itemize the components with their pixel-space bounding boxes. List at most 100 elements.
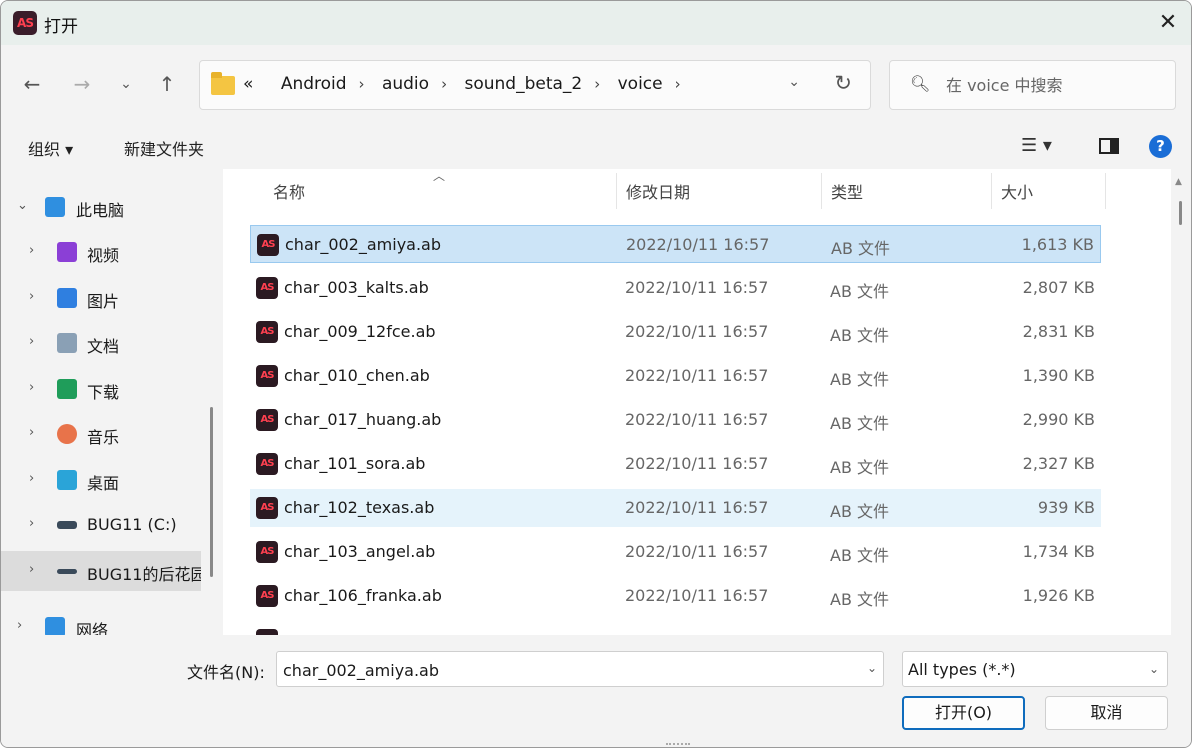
sidebar-item-music[interactable]: › 音乐 [1, 414, 201, 454]
breadcrumb-overflow[interactable]: « [243, 74, 253, 94]
downloads-icon [57, 379, 77, 399]
app-icon: AS [13, 11, 37, 35]
cancel-button[interactable]: 取消 [1045, 696, 1168, 730]
file-row[interactable]: AS char_002_amiya.ab 2022/10/11 16:57 AB… [250, 225, 1101, 263]
column-divider[interactable] [821, 173, 822, 209]
sidebar-item-drive-c[interactable]: › BUG11 (C:) [1, 505, 201, 545]
chevron-right-icon[interactable]: › [29, 243, 34, 258]
file-date: 2022/10/11 16:57 [625, 410, 769, 429]
forward-arrow-icon[interactable]: → [67, 69, 97, 99]
file-row[interactable]: AS char_101_sora.ab 2022/10/11 16:57 AB … [250, 445, 1101, 483]
back-arrow-icon[interactable]: ← [17, 69, 47, 99]
view-options-icon[interactable]: ☰ ▾ [1021, 135, 1052, 156]
file-list-scrollbar[interactable] [1179, 201, 1182, 225]
filename-input[interactable] [283, 658, 843, 682]
filetype-value: All types (*.*) [908, 660, 1016, 679]
scroll-up-arrow-icon[interactable]: ▲ [1175, 177, 1182, 187]
file-name: char_010_chen.ab [284, 366, 430, 385]
ab-file-icon: AS [256, 585, 278, 607]
sidebar-item-label: BUG11 (C:) [87, 515, 177, 534]
search-icon: 🔍︎ [910, 74, 931, 93]
file-date: 2022/10/11 16:57 [625, 454, 769, 473]
chevron-down-icon[interactable]: ⌄ [1149, 662, 1159, 676]
column-header-size[interactable]: 大小 [1001, 169, 1033, 211]
sidebar-item-drive-garden[interactable]: › BUG11的后花园 [1, 551, 201, 591]
file-size: 2,327 KB [1022, 454, 1095, 473]
file-row-partial[interactable] [250, 621, 1101, 635]
file-type: AB 文件 [831, 239, 891, 258]
column-divider[interactable] [1105, 173, 1106, 209]
sidebar-scrollbar[interactable] [210, 407, 213, 577]
file-row[interactable]: AS char_010_chen.ab 2022/10/11 16:57 AB … [250, 357, 1101, 395]
chevron-right-icon[interactable]: › [29, 516, 34, 531]
sidebar-item-this-pc[interactable]: ⌄ 此电脑 [1, 187, 201, 227]
sidebar-item-documents[interactable]: › 文档 [1, 323, 201, 363]
chevron-down-icon[interactable]: ⌄ [867, 661, 877, 675]
preview-pane-icon[interactable] [1099, 138, 1119, 154]
breadcrumb-sound-beta-2[interactable]: sound_beta_2 [464, 74, 582, 94]
sidebar-item-videos[interactable]: › 视频 [1, 232, 201, 272]
file-row[interactable]: AS char_017_huang.ab 2022/10/11 16:57 AB… [250, 401, 1101, 439]
pictures-icon [57, 288, 77, 308]
chevron-right-icon[interactable]: › [29, 471, 34, 486]
column-date-label: 修改日期 [626, 183, 691, 202]
sidebar-item-pictures[interactable]: › 图片 [1, 278, 201, 318]
breadcrumb: « Android › audio › sound_beta_2 › voice › [243, 74, 681, 94]
file-row[interactable]: AS char_103_angel.ab 2022/10/11 16:57 AB… [250, 533, 1101, 571]
file-size: 1,390 KB [1022, 366, 1095, 385]
expanded-chevron-icon[interactable]: ⌄ [17, 198, 28, 213]
breadcrumb-android[interactable]: Android [281, 74, 347, 94]
file-type: AB 文件 [830, 282, 890, 301]
chevron-right-icon[interactable]: › [29, 380, 34, 395]
chevron-right-icon[interactable]: › [29, 289, 34, 304]
file-date: 2022/10/11 16:57 [625, 322, 769, 341]
chevron-right-icon[interactable]: › [29, 562, 34, 577]
address-bar[interactable]: « Android › audio › sound_beta_2 › voice › ⌄… [199, 60, 871, 110]
chevron-right-icon[interactable]: › [17, 618, 22, 633]
ab-file-icon: AS [256, 541, 278, 563]
file-size: 1,734 KB [1022, 542, 1095, 561]
column-header-date[interactable]: 修改日期 [626, 169, 690, 211]
pc-icon [45, 197, 65, 217]
column-header-type[interactable]: 类型 [831, 169, 863, 211]
file-size: 1,926 KB [1022, 586, 1095, 605]
file-row[interactable]: AS char_106_franka.ab 2022/10/11 16:57 A… [250, 577, 1101, 615]
recent-locations-chevron-icon[interactable]: ⌄ [111, 69, 141, 99]
file-row[interactable]: AS char_009_12fce.ab 2022/10/11 16:57 AB… [250, 313, 1101, 351]
breadcrumb-voice[interactable]: voice [618, 74, 663, 94]
chevron-right-icon[interactable]: › [29, 425, 34, 440]
address-dropdown-chevron-icon[interactable]: ⌄ [788, 74, 800, 90]
chevron-right-icon[interactable]: › [29, 334, 34, 349]
file-list: 名称 ︿ 修改日期 类型 大小 AS char_002_amiya.ab 202… [223, 169, 1171, 635]
filename-combobox[interactable]: ⌄ [276, 651, 884, 687]
new-folder-button[interactable]: 新建文件夹 [124, 136, 204, 160]
refresh-icon[interactable]: ↻ [834, 71, 852, 95]
filetype-select[interactable]: All types (*.*) ⌄ [902, 651, 1168, 687]
file-name: char_002_amiya.ab [285, 235, 442, 254]
file-name: char_103_angel.ab [284, 542, 436, 561]
file-size: 2,831 KB [1022, 322, 1095, 341]
up-arrow-icon[interactable]: ↑ [152, 69, 182, 99]
file-row[interactable]: AS char_003_kalts.ab 2022/10/11 16:57 AB… [250, 269, 1101, 307]
resize-grip[interactable] [666, 743, 690, 746]
sidebar-item-desktop[interactable]: › 桌面 [1, 460, 201, 500]
open-button[interactable]: 打开(O) [902, 696, 1025, 730]
search-input[interactable] [946, 73, 1161, 97]
organize-button[interactable]: 组织 ▾ [28, 136, 73, 160]
file-type: AB 文件 [830, 590, 890, 609]
column-divider[interactable] [991, 173, 992, 209]
breadcrumb-audio[interactable]: audio [382, 74, 429, 94]
ab-file-icon: AS [256, 453, 278, 475]
file-type: AB 文件 [830, 414, 890, 433]
column-divider[interactable] [616, 173, 617, 209]
navigation-bar: ← → ⌄ ↑ « Android › audio › sound_beta_2 › … [1, 45, 1191, 125]
network-icon [45, 617, 65, 637]
file-name: char_017_huang.ab [284, 410, 442, 429]
sidebar-item-downloads[interactable]: › 下载 [1, 369, 201, 409]
help-icon[interactable]: ? [1149, 135, 1172, 158]
file-row[interactable]: AS char_102_texas.ab 2022/10/11 16:57 AB… [250, 489, 1101, 527]
column-header-name[interactable]: 名称 [273, 169, 305, 211]
close-button[interactable]: ✕ [1145, 1, 1191, 45]
sidebar-item-label: 桌面 [87, 474, 120, 493]
search-box[interactable]: 🔍︎ [889, 60, 1176, 110]
